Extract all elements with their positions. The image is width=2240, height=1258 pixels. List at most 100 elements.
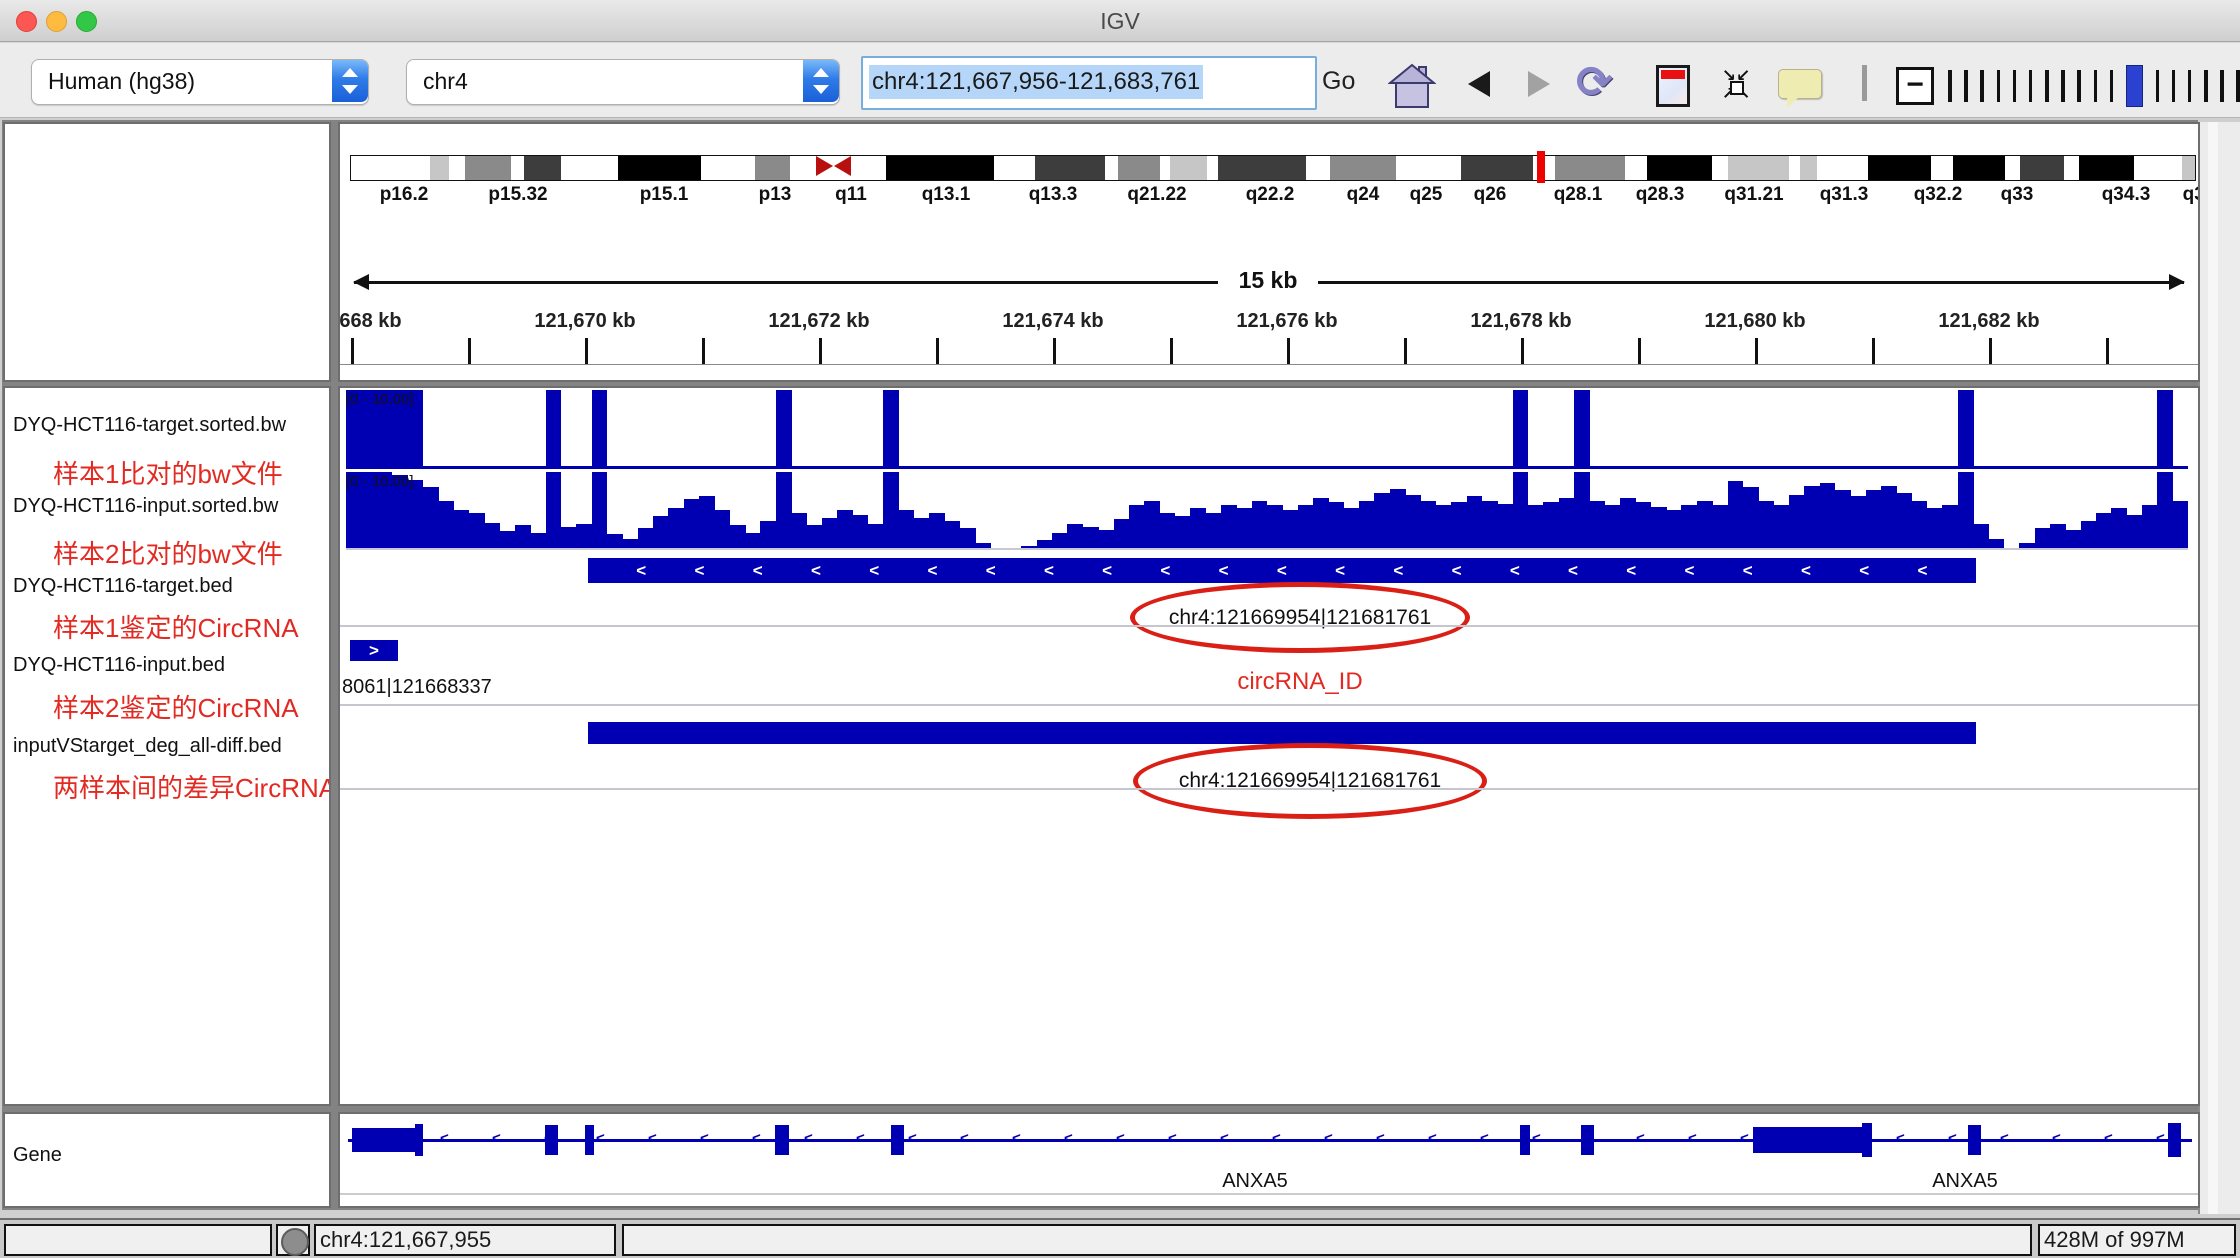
zoom-slider-tick [2029, 70, 2033, 102]
fit-to-window-icon[interactable]: ↘↙ ↗↖ [1716, 67, 1756, 107]
zoom-slider-tick [1980, 70, 1984, 102]
track-name-label[interactable]: 样本2比对的bw文件 [53, 534, 283, 571]
track-separator [340, 704, 2198, 706]
zoom-slider-tick [2156, 70, 2160, 102]
track-name-label[interactable]: 样本1比对的bw文件 [53, 454, 283, 491]
coverage-bar [2035, 528, 2051, 548]
bed-feature-diff[interactable] [588, 722, 1976, 744]
exon-block[interactable] [775, 1125, 789, 1155]
exon-block[interactable] [415, 1124, 423, 1156]
zoom-slider-tick [1948, 70, 1952, 102]
back-icon[interactable] [1468, 71, 1490, 97]
cytoband-label: q28.3 [1636, 184, 1685, 206]
refresh-icon[interactable]: ⟳ [1576, 57, 1613, 108]
coverage-bar [1973, 524, 1989, 548]
coverage-bar [1436, 505, 1452, 548]
coverage-bar [1482, 501, 1498, 548]
genome-select[interactable]: Human (hg38) [31, 59, 369, 105]
zoom-slider-tick [2220, 70, 2224, 102]
tracks-panel[interactable]: [0 - 10.00] [0 - 10.00] <<<<<<<<<<<<<<<<… [338, 386, 2200, 1106]
ruler-tick [1638, 338, 1641, 364]
cytoband [1728, 156, 1789, 180]
exon-block[interactable] [1862, 1123, 1872, 1157]
bed-feature-input[interactable]: > [350, 640, 398, 661]
scroll-gutter[interactable] [2198, 122, 2240, 1214]
cytoband-label: q33 [2001, 184, 2034, 206]
ruler-tick [585, 338, 588, 364]
coverage-bar [1574, 472, 1590, 548]
track-name-label[interactable]: 样本2鉴定的CircRNA [53, 688, 299, 725]
exon-block[interactable] [1968, 1125, 1981, 1155]
coverage-bar [1344, 508, 1360, 548]
data-range-label: [0 - 10.00] [346, 473, 414, 490]
exon-block[interactable] [352, 1128, 415, 1152]
ruler-tick [1053, 338, 1056, 364]
zoom-slider-thumb[interactable] [2126, 65, 2143, 107]
title-bar: IGV [0, 0, 2240, 42]
strand-arrow-icon: < [440, 1130, 449, 1147]
strand-arrow-icon: < [1044, 562, 1054, 579]
zoom-slider[interactable] [1948, 65, 2240, 107]
zoom-slider-tick [2077, 70, 2081, 102]
coverage-bar [1927, 508, 1943, 548]
stepper-icon[interactable] [803, 60, 839, 102]
locus-input[interactable]: chr4:121,667,956-121,683,761 [861, 56, 1317, 110]
strand-arrow-icon: < [1160, 562, 1170, 579]
track-name-label[interactable]: DYQ-HCT116-target.sorted.bw [13, 414, 286, 437]
zoom-out-button[interactable]: − [1896, 67, 1934, 105]
gene-track-panel[interactable]: <<<<<<<<<<<<<<<<<<<<<<<<<<<<<<<<<<ANXA5A… [338, 1112, 2200, 1208]
track-name-label[interactable]: DYQ-HCT116-target.bed [13, 575, 233, 598]
track-name-label[interactable]: 样本1鉴定的CircRNA [53, 608, 299, 645]
cytoband [465, 156, 511, 180]
coverage-track-input[interactable] [346, 472, 2188, 548]
ruler-tick [468, 338, 471, 364]
cytoband-label: q35 [2183, 184, 2200, 206]
coverage-bar [1513, 472, 1529, 548]
exon-block[interactable] [1753, 1127, 1868, 1153]
ruler-panel[interactable]: 15 kb p16.2p15.32p15.1p13q11q13.1q13.3q2… [338, 122, 2200, 382]
chromosome-ideogram[interactable] [350, 155, 2196, 181]
region-of-interest-icon[interactable] [1656, 65, 1690, 107]
exon-block[interactable] [891, 1125, 904, 1155]
strand-arrow-icon: < [960, 1130, 969, 1147]
coverage-bar [929, 513, 945, 548]
bed-feature-target[interactable]: <<<<<<<<<<<<<<<<<<<<<<< [588, 558, 1976, 583]
ruler-tick [936, 338, 939, 364]
status-memory[interactable]: 428M of 997M [2038, 1224, 2236, 1256]
track-name-label[interactable]: 两样本间的差异CircRNA [53, 768, 331, 805]
strand-arrow-icon: < [596, 1130, 605, 1147]
chromosome-select[interactable]: chr4 [406, 59, 840, 105]
toolbar: Human (hg38) chr4 chr4:121,667,956-121,6… [0, 43, 2240, 118]
ruler-tick-label: 121,682 kb [1938, 310, 2039, 333]
exon-block[interactable] [2168, 1123, 2181, 1157]
coverage-bar [1988, 539, 2004, 548]
track-name-panel[interactable]: DYQ-HCT116-target.sorted.bw 样本1比对的bw文件 DYQ… [3, 386, 331, 1106]
coverage-track-target[interactable] [346, 390, 2188, 466]
cytoband-label: q34.3 [2102, 184, 2151, 206]
strand-arrow-icon: < [1532, 1130, 1541, 1147]
exon-block[interactable] [545, 1125, 558, 1155]
home-icon[interactable] [1388, 63, 1436, 109]
track-name-label[interactable]: DYQ-HCT116-input.bed [13, 654, 225, 677]
stepper-icon[interactable] [332, 60, 368, 102]
tooltip-popup-icon[interactable] [1778, 69, 1822, 99]
coverage-bar [1359, 501, 1375, 548]
go-button[interactable]: Go [1322, 56, 1355, 106]
coverage-bar [1758, 501, 1774, 548]
gene-intron-line [348, 1139, 2192, 1142]
strand-arrow-icon: < [811, 562, 821, 579]
cytoband-label: q25 [1410, 184, 1443, 206]
exon-block[interactable] [1581, 1125, 1594, 1155]
ruler-tick [1521, 338, 1524, 364]
ruler-tick [1755, 338, 1758, 364]
track-name-label[interactable]: DYQ-HCT116-input.sorted.bw [13, 495, 278, 518]
track-name-label[interactable]: inputVStarget_deg_all-diff.bed [13, 735, 282, 758]
strand-arrow-icon: < [2156, 1130, 2165, 1147]
bed-feature-label: 8061|121668337 [342, 676, 492, 699]
strand-arrow-icon: < [1452, 562, 1462, 579]
exon-block[interactable] [1520, 1125, 1530, 1155]
ruler-tick [819, 338, 822, 364]
gene-panel-label: Gene [13, 1144, 62, 1167]
exon-block[interactable] [585, 1125, 594, 1155]
coverage-bar [484, 523, 500, 548]
